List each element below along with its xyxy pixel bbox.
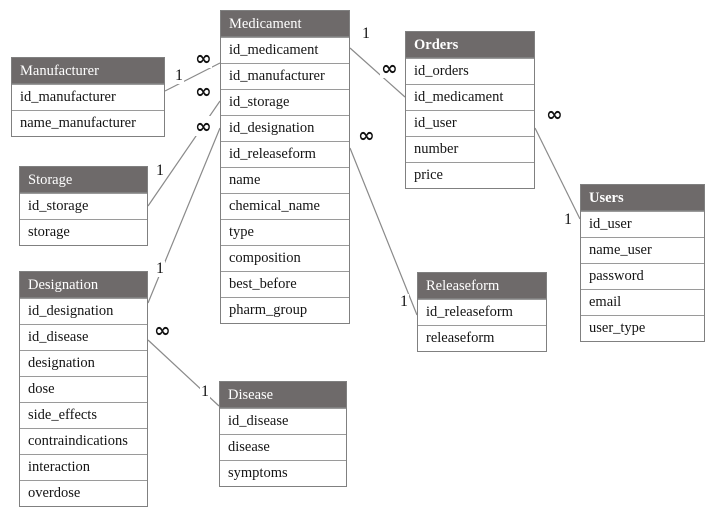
attribute-row[interactable]: id_manufacturer — [221, 63, 349, 89]
attribute-row[interactable]: id_disease — [20, 324, 147, 350]
entity-table-manufacturer[interactable]: Manufacturer id_manufacturer name_manufact… — [11, 57, 165, 137]
attribute-row[interactable]: name_user — [581, 237, 704, 263]
relationship-line-orders-users — [534, 127, 581, 220]
attribute-row[interactable]: id_designation — [20, 298, 147, 324]
attribute-row[interactable]: dose — [20, 376, 147, 402]
attribute-row[interactable]: pharm_group — [221, 297, 349, 323]
cardinality-designation-one: 1 — [155, 260, 165, 277]
cardinality-medicament-storage-many: ∞ — [194, 79, 212, 103]
attribute-row[interactable]: id_medicament — [406, 84, 534, 110]
cardinality-disease-one: 1 — [200, 383, 210, 400]
attribute-row[interactable]: overdose — [20, 480, 147, 506]
entity-header-orders: Orders — [406, 32, 534, 58]
cardinality-medicament-manufacturer-many: ∞ — [194, 46, 212, 70]
cardinality-manufacturer-one: 1 — [174, 67, 184, 84]
cardinality-orders-users-many: ∞ — [545, 102, 563, 126]
attribute-row[interactable]: email — [581, 289, 704, 315]
attribute-row[interactable]: id_medicament — [221, 37, 349, 63]
attribute-row[interactable]: storage — [20, 219, 147, 245]
attribute-row[interactable]: symptoms — [220, 460, 346, 486]
attribute-row[interactable]: id_releaseform — [418, 299, 546, 325]
attribute-row[interactable]: password — [581, 263, 704, 289]
entity-header-manufacturer: Manufacturer — [12, 58, 164, 84]
attribute-row[interactable]: best_before — [221, 271, 349, 297]
cardinality-medicament-orders-one: 1 — [361, 25, 371, 42]
entity-header-users: Users — [581, 185, 704, 211]
attribute-row[interactable]: id_storage — [20, 193, 147, 219]
attribute-row[interactable]: id_disease — [220, 408, 346, 434]
attribute-row[interactable]: designation — [20, 350, 147, 376]
entity-table-orders[interactable]: Orders id_orders id_medicament id_user numbe… — [405, 31, 535, 189]
attribute-row[interactable]: id_releaseform — [221, 141, 349, 167]
entity-header-designation: Designation — [20, 272, 147, 298]
attribute-row[interactable]: contraindications — [20, 428, 147, 454]
attribute-row[interactable]: id_manufacturer — [12, 84, 164, 110]
attribute-row[interactable]: number — [406, 136, 534, 162]
attribute-row[interactable]: side_effects — [20, 402, 147, 428]
cardinality-users-one: 1 — [563, 211, 573, 228]
attribute-row[interactable]: id_user — [581, 211, 704, 237]
attribute-row[interactable]: id_user — [406, 110, 534, 136]
cardinality-designation-disease-many: ∞ — [153, 318, 171, 342]
attribute-row[interactable]: type — [221, 219, 349, 245]
attribute-row[interactable]: price — [406, 162, 534, 188]
attribute-row[interactable]: user_type — [581, 315, 704, 341]
cardinality-medicament-releaseform-many: ∞ — [357, 123, 375, 147]
entity-table-medicament[interactable]: Medicament id_medicament id_manufacturer id… — [220, 10, 350, 324]
attribute-row[interactable]: name — [221, 167, 349, 193]
entity-table-releaseform[interactable]: Releaseform id_releaseform releaseform — [417, 272, 547, 352]
attribute-row[interactable]: disease — [220, 434, 346, 460]
entity-header-disease: Disease — [220, 382, 346, 408]
entity-table-disease[interactable]: Disease id_disease disease symptoms — [219, 381, 347, 487]
attribute-row[interactable]: id_orders — [406, 58, 534, 84]
cardinality-releaseform-one: 1 — [399, 293, 409, 310]
attribute-row[interactable]: releaseform — [418, 325, 546, 351]
entity-table-designation[interactable]: Designation id_designation id_disease desig… — [19, 271, 148, 507]
cardinality-medicament-designation-many: ∞ — [194, 114, 212, 138]
attribute-row[interactable]: chemical_name — [221, 193, 349, 219]
attribute-row[interactable]: name_manufacturer — [12, 110, 164, 136]
entity-header-storage: Storage — [20, 167, 147, 193]
entity-header-medicament: Medicament — [221, 11, 349, 37]
entity-table-users[interactable]: Users id_user name_user password email user_t… — [580, 184, 705, 342]
attribute-row[interactable]: id_storage — [221, 89, 349, 115]
attribute-row[interactable]: interaction — [20, 454, 147, 480]
er-diagram-canvas: Medicament id_medicament id_manufacturer id… — [0, 0, 715, 519]
cardinality-storage-one: 1 — [155, 162, 165, 179]
cardinality-orders-medicament-many: ∞ — [380, 56, 398, 80]
entity-table-storage[interactable]: Storage id_storage storage — [19, 166, 148, 246]
entity-header-releaseform: Releaseform — [418, 273, 546, 299]
attribute-row[interactable]: composition — [221, 245, 349, 271]
attribute-row[interactable]: id_designation — [221, 115, 349, 141]
